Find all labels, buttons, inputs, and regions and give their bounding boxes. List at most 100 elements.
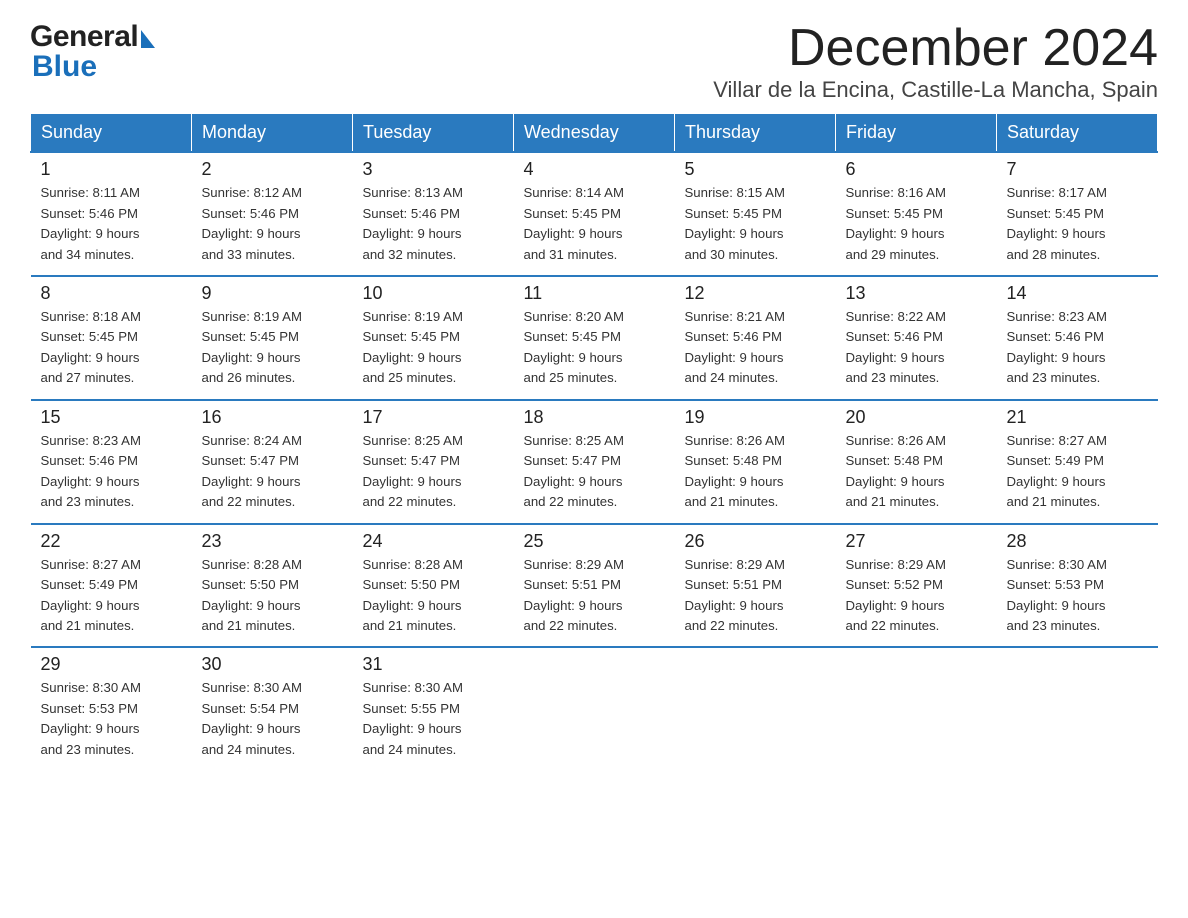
day-number: 26	[685, 531, 826, 552]
calendar-cell: 2 Sunrise: 8:12 AMSunset: 5:46 PMDaylight…	[192, 152, 353, 276]
calendar-cell: 11 Sunrise: 8:20 AMSunset: 5:45 PMDayligh…	[514, 276, 675, 400]
calendar-cell	[836, 647, 997, 770]
day-info: Sunrise: 8:11 AMSunset: 5:46 PMDaylight:…	[41, 183, 182, 265]
calendar-cell: 3Sunrise: 8:13 AMSunset: 5:46 PMDaylight…	[353, 152, 514, 276]
calendar-table: SundayMondayTuesdayWednesdayThursdayFrid…	[30, 113, 1158, 770]
day-info: Sunrise: 8:19 AMSunset: 5:45 PMDaylight:…	[363, 307, 504, 389]
day-info: Sunrise: 8:28 AMSunset: 5:50 PMDaylight:…	[202, 555, 343, 637]
day-number: 10	[363, 283, 504, 304]
calendar-cell: 29 Sunrise: 8:30 AMSunset: 5:53 PMDayligh…	[31, 647, 192, 770]
calendar-cell: 18 Sunrise: 8:25 AMSunset: 5:47 PMDayligh…	[514, 400, 675, 524]
weekday-header-friday: Friday	[836, 114, 997, 153]
calendar-cell: 19Sunrise: 8:26 AMSunset: 5:48 PMDayligh…	[675, 400, 836, 524]
calendar-cell: 30 Sunrise: 8:30 AMSunset: 5:54 PMDayligh…	[192, 647, 353, 770]
day-info: Sunrise: 8:29 AMSunset: 5:51 PMDaylight:…	[524, 555, 665, 637]
day-number: 12	[685, 283, 826, 304]
logo: General Blue	[30, 20, 155, 84]
day-number: 1	[41, 159, 182, 180]
calendar-week-row: 29 Sunrise: 8:30 AMSunset: 5:53 PMDayligh…	[31, 647, 1158, 770]
day-info: Sunrise: 8:21 AMSunset: 5:46 PMDaylight:…	[685, 307, 826, 389]
page-header: General Blue December 2024 Villar de la …	[30, 20, 1158, 103]
location-title: Villar de la Encina, Castille-La Mancha,…	[713, 77, 1158, 103]
day-info: Sunrise: 8:29 AMSunset: 5:52 PMDaylight:…	[846, 555, 987, 637]
day-info: Sunrise: 8:15 AMSunset: 5:45 PMDaylight:…	[685, 183, 826, 265]
calendar-cell: 12 Sunrise: 8:21 AMSunset: 5:46 PMDayligh…	[675, 276, 836, 400]
day-info: Sunrise: 8:30 AMSunset: 5:55 PMDaylight:…	[363, 678, 504, 760]
day-number: 5	[685, 159, 826, 180]
calendar-cell: 17 Sunrise: 8:25 AMSunset: 5:47 PMDayligh…	[353, 400, 514, 524]
weekday-header-thursday: Thursday	[675, 114, 836, 153]
day-number: 2	[202, 159, 343, 180]
calendar-cell: 15Sunrise: 8:23 AMSunset: 5:46 PMDayligh…	[31, 400, 192, 524]
day-info: Sunrise: 8:20 AMSunset: 5:45 PMDaylight:…	[524, 307, 665, 389]
calendar-cell: 9Sunrise: 8:19 AMSunset: 5:45 PMDaylight…	[192, 276, 353, 400]
day-info: Sunrise: 8:30 AMSunset: 5:53 PMDaylight:…	[41, 678, 182, 760]
day-number: 28	[1007, 531, 1148, 552]
calendar-cell: 22Sunrise: 8:27 AMSunset: 5:49 PMDayligh…	[31, 524, 192, 648]
calendar-week-row: 22Sunrise: 8:27 AMSunset: 5:49 PMDayligh…	[31, 524, 1158, 648]
calendar-cell: 10 Sunrise: 8:19 AMSunset: 5:45 PMDayligh…	[353, 276, 514, 400]
logo-blue-text: Blue	[32, 50, 97, 84]
day-number: 31	[363, 654, 504, 675]
day-number: 17	[363, 407, 504, 428]
weekday-header-row: SundayMondayTuesdayWednesdayThursdayFrid…	[31, 114, 1158, 153]
calendar-week-row: 15Sunrise: 8:23 AMSunset: 5:46 PMDayligh…	[31, 400, 1158, 524]
day-info: Sunrise: 8:25 AMSunset: 5:47 PMDaylight:…	[363, 431, 504, 513]
calendar-cell: 23 Sunrise: 8:28 AMSunset: 5:50 PMDayligh…	[192, 524, 353, 648]
logo-arrow-icon	[141, 30, 155, 48]
weekday-header-sunday: Sunday	[31, 114, 192, 153]
logo-general-text: General	[30, 20, 138, 54]
calendar-cell: 24 Sunrise: 8:28 AMSunset: 5:50 PMDayligh…	[353, 524, 514, 648]
day-number: 4	[524, 159, 665, 180]
calendar-cell	[675, 647, 836, 770]
calendar-cell	[514, 647, 675, 770]
day-number: 16	[202, 407, 343, 428]
day-number: 30	[202, 654, 343, 675]
day-number: 23	[202, 531, 343, 552]
day-info: Sunrise: 8:23 AMSunset: 5:46 PMDaylight:…	[41, 431, 182, 513]
day-info: Sunrise: 8:12 AMSunset: 5:46 PMDaylight:…	[202, 183, 343, 265]
day-number: 13	[846, 283, 987, 304]
day-info: Sunrise: 8:27 AMSunset: 5:49 PMDaylight:…	[1007, 431, 1148, 513]
day-info: Sunrise: 8:29 AMSunset: 5:51 PMDaylight:…	[685, 555, 826, 637]
title-block: December 2024 Villar de la Encina, Casti…	[713, 20, 1158, 103]
calendar-cell: 8Sunrise: 8:18 AMSunset: 5:45 PMDaylight…	[31, 276, 192, 400]
day-number: 18	[524, 407, 665, 428]
weekday-header-wednesday: Wednesday	[514, 114, 675, 153]
calendar-week-row: 1 Sunrise: 8:11 AMSunset: 5:46 PMDaylight…	[31, 152, 1158, 276]
weekday-header-monday: Monday	[192, 114, 353, 153]
day-info: Sunrise: 8:26 AMSunset: 5:48 PMDaylight:…	[846, 431, 987, 513]
day-number: 6	[846, 159, 987, 180]
day-info: Sunrise: 8:25 AMSunset: 5:47 PMDaylight:…	[524, 431, 665, 513]
day-number: 14	[1007, 283, 1148, 304]
day-number: 21	[1007, 407, 1148, 428]
day-number: 29	[41, 654, 182, 675]
calendar-cell: 6Sunrise: 8:16 AMSunset: 5:45 PMDaylight…	[836, 152, 997, 276]
day-info: Sunrise: 8:13 AMSunset: 5:46 PMDaylight:…	[363, 183, 504, 265]
day-info: Sunrise: 8:23 AMSunset: 5:46 PMDaylight:…	[1007, 307, 1148, 389]
calendar-cell: 31 Sunrise: 8:30 AMSunset: 5:55 PMDayligh…	[353, 647, 514, 770]
calendar-body: 1 Sunrise: 8:11 AMSunset: 5:46 PMDaylight…	[31, 152, 1158, 770]
day-info: Sunrise: 8:24 AMSunset: 5:47 PMDaylight:…	[202, 431, 343, 513]
calendar-cell: 14 Sunrise: 8:23 AMSunset: 5:46 PMDayligh…	[997, 276, 1158, 400]
day-number: 7	[1007, 159, 1148, 180]
day-number: 9	[202, 283, 343, 304]
day-info: Sunrise: 8:30 AMSunset: 5:53 PMDaylight:…	[1007, 555, 1148, 637]
day-info: Sunrise: 8:30 AMSunset: 5:54 PMDaylight:…	[202, 678, 343, 760]
day-info: Sunrise: 8:18 AMSunset: 5:45 PMDaylight:…	[41, 307, 182, 389]
day-number: 25	[524, 531, 665, 552]
calendar-cell: 20Sunrise: 8:26 AMSunset: 5:48 PMDayligh…	[836, 400, 997, 524]
calendar-cell: 1 Sunrise: 8:11 AMSunset: 5:46 PMDaylight…	[31, 152, 192, 276]
calendar-cell: 13Sunrise: 8:22 AMSunset: 5:46 PMDayligh…	[836, 276, 997, 400]
calendar-header: SundayMondayTuesdayWednesdayThursdayFrid…	[31, 114, 1158, 153]
weekday-header-saturday: Saturday	[997, 114, 1158, 153]
calendar-cell: 25 Sunrise: 8:29 AMSunset: 5:51 PMDayligh…	[514, 524, 675, 648]
calendar-cell: 7Sunrise: 8:17 AMSunset: 5:45 PMDaylight…	[997, 152, 1158, 276]
day-number: 11	[524, 283, 665, 304]
calendar-cell: 26 Sunrise: 8:29 AMSunset: 5:51 PMDayligh…	[675, 524, 836, 648]
day-number: 22	[41, 531, 182, 552]
day-info: Sunrise: 8:26 AMSunset: 5:48 PMDaylight:…	[685, 431, 826, 513]
day-info: Sunrise: 8:28 AMSunset: 5:50 PMDaylight:…	[363, 555, 504, 637]
calendar-cell	[997, 647, 1158, 770]
day-number: 24	[363, 531, 504, 552]
